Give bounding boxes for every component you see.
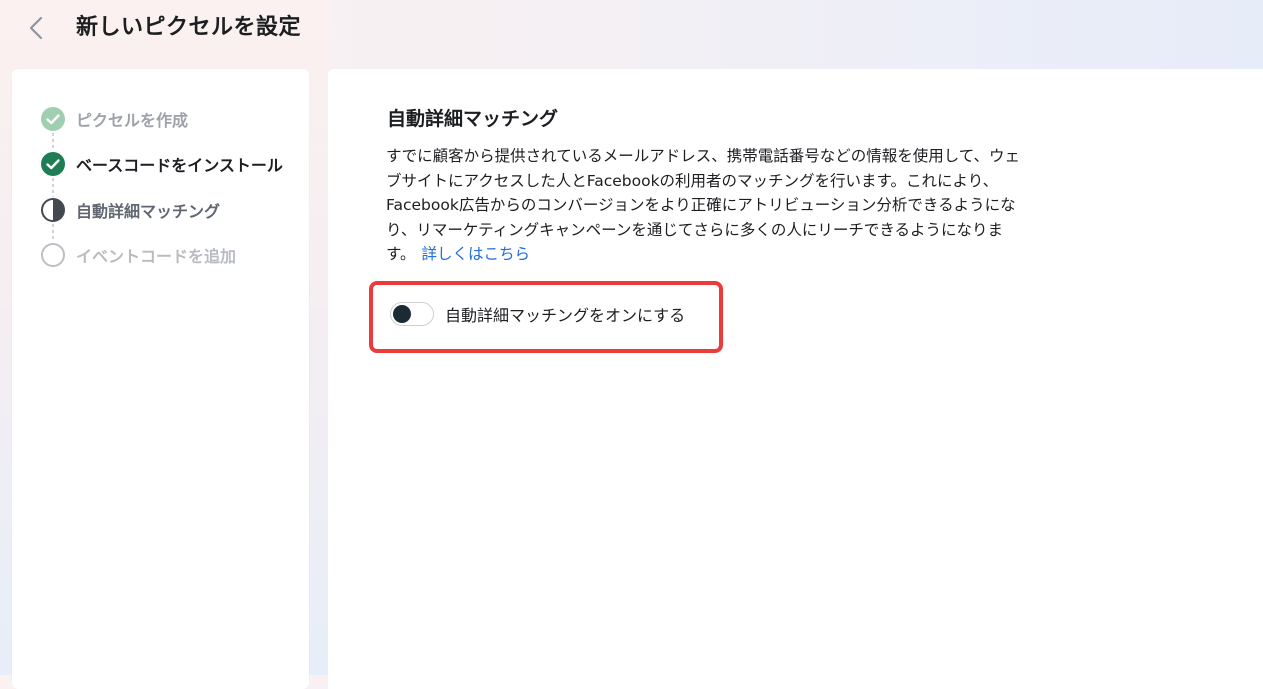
page-header: 新しいピクセルを設定: [0, 0, 1263, 58]
step-add-event-code: イベントコードを追加: [40, 242, 236, 268]
check-circle-icon: [40, 106, 66, 132]
step-label: イベントコードを追加: [76, 247, 237, 266]
check-circle-icon: [40, 151, 66, 177]
step-advanced-matching: 自動詳細マッチング: [40, 197, 220, 223]
step-label: ピクセルを作成: [76, 111, 189, 130]
description-line: すでに顧客から提供されているメールアドレス、携帯電話番号などの情報を使用して、ウ…: [386, 147, 1020, 165]
description-line: す。: [386, 245, 416, 263]
description-line: ブサイトにアクセスした人とFacebookの利用者のマッチングを行います。これに…: [386, 171, 999, 190]
section-title: 自動詳細マッチング: [387, 108, 559, 130]
page-title: 新しいピクセルを設定: [76, 15, 302, 40]
setup-stepper: ピクセルを作成 ベースコードをインストール 自動詳細マッチング イベントコードを…: [12, 69, 309, 689]
section-description: すでに顧客から提供されているメールアドレス、携帯電話番号などの情報を使用して、ウ…: [386, 144, 1086, 267]
back-button[interactable]: [20, 12, 52, 44]
description-line: り、リマーケティングキャンペーンを通じてさらに多くの人にリーチできるようになりま: [386, 220, 1004, 239]
toggle-label: 自動詳細マッチングをオンにする: [445, 306, 686, 325]
main-panel: 自動詳細マッチング すでに顧客から提供されているメールアドレス、携帯電話番号など…: [328, 69, 1263, 689]
step-install-base-code: ベースコードをインストール: [40, 151, 283, 177]
toggle-knob: [393, 305, 411, 323]
step-create-pixel: ピクセルを作成: [40, 106, 188, 132]
step-label: 自動詳細マッチング: [76, 202, 221, 221]
step-connector: [52, 133, 54, 151]
description-line: Facebook広告からのコンバージョンをより正確にアトリビューション分析できる…: [386, 196, 1016, 214]
learn-more-link[interactable]: 詳しくはこちら: [421, 245, 530, 263]
chevron-left-icon: [29, 16, 43, 40]
half-circle-icon: [40, 197, 66, 223]
step-connector: [52, 224, 54, 242]
advanced-matching-toggle[interactable]: [390, 302, 434, 326]
step-connector: [52, 178, 54, 197]
empty-circle-icon: [40, 242, 66, 268]
description-last-line: す。 詳しくはこちら: [386, 242, 1086, 267]
step-label: ベースコードをインストール: [76, 156, 283, 175]
advanced-matching-toggle-row[interactable]: 自動詳細マッチングをオンにする: [390, 300, 685, 328]
